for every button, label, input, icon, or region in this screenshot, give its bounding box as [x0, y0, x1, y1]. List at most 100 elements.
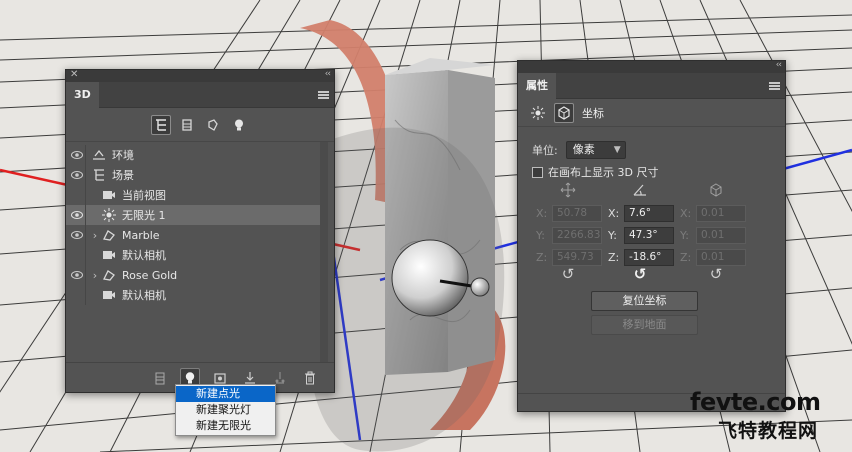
layer-row-infinite-light[interactable]: 无限光 1 [66, 205, 320, 225]
chevron-down-icon: ▼ [613, 145, 621, 155]
collapse-icon[interactable]: ‹‹ [325, 69, 331, 79]
properties-mode-bar: 坐标 [518, 99, 785, 127]
menu-item-new-spot-light[interactable]: 新建聚光灯 [176, 402, 275, 418]
rot-x-label: X: [608, 207, 620, 220]
layer-label: 场景 [112, 169, 134, 182]
close-icon[interactable]: ✕ [70, 69, 78, 80]
pos-y-label: Y: [536, 229, 545, 242]
panel-header-strip: ‹‹ [518, 60, 785, 73]
move-to-ground-button[interactable]: 移到地面 [591, 315, 698, 335]
tab-properties[interactable]: 属性 [518, 73, 556, 99]
reset-rotation-icon[interactable]: ↺ [630, 265, 650, 283]
environment-icon [90, 148, 108, 162]
ground-icon [245, 371, 255, 384]
add-object-icon [214, 372, 226, 384]
unit-select[interactable]: 像素 ▼ [565, 141, 626, 159]
reset-scale-icon[interactable]: ↺ [706, 265, 726, 283]
scale-y-input[interactable]: 0.01 [696, 227, 746, 244]
section-title: 坐标 [582, 106, 604, 120]
layer-label: Rose Gold [122, 268, 178, 282]
watermark-line2: 飞特教程网 [718, 420, 819, 442]
adjust-icon [275, 371, 285, 384]
panel-menu-icon[interactable] [318, 91, 329, 99]
show-3d-extent-checkbox[interactable] [532, 166, 543, 178]
camera-icon [100, 188, 118, 202]
pos-z-label: Z: [536, 251, 548, 264]
light-mode-button[interactable] [528, 103, 548, 123]
panel-menu-icon[interactable] [769, 82, 780, 90]
expand-chevron-icon[interactable]: › [90, 229, 100, 242]
rot-y-input[interactable]: 47.3° [624, 227, 674, 244]
sun-icon [531, 105, 545, 120]
expand-chevron-icon[interactable]: › [90, 269, 100, 282]
coordinates-icon [558, 105, 570, 120]
layer-label: 环境 [112, 149, 134, 162]
show-3d-extent-row[interactable]: 在画布上显示 3D 尺寸 [532, 164, 658, 180]
light-gizmo-sphere[interactable] [391, 239, 469, 317]
visibility-empty[interactable] [69, 285, 85, 305]
tab-3d[interactable]: 3D [66, 82, 99, 108]
filter-lights-button[interactable] [229, 115, 249, 135]
panel-header-strip: ✕ ‹‹ [66, 69, 334, 82]
light-bulb-icon [185, 371, 195, 383]
bulb-filter-icon [235, 119, 243, 130]
layer-row-environment[interactable]: 环境 [66, 145, 320, 165]
layer-label: 默认相机 [122, 289, 166, 302]
filter-materials-button[interactable] [203, 115, 223, 135]
render-button[interactable] [150, 368, 170, 388]
reset-coordinates-button[interactable]: 复位坐标 [591, 291, 698, 311]
menu-item-new-point-light[interactable]: 新建点光 [176, 386, 275, 402]
rot-x-input[interactable]: 7.6° [624, 205, 674, 222]
visibility-eye-icon[interactable] [69, 225, 85, 245]
layer-row-rose-gold[interactable]: › Rose Gold [66, 265, 320, 285]
filter-meshes-button[interactable] [177, 115, 197, 135]
position-icon [558, 181, 578, 199]
layer-row-default-camera-2[interactable]: 默认相机 [66, 285, 320, 305]
visibility-eye-icon[interactable] [69, 265, 85, 285]
scale-z-label: Z: [680, 251, 692, 264]
filter-whole-scene-button[interactable] [151, 114, 171, 135]
layer-label: 无限光 1 [122, 209, 166, 222]
visibility-empty[interactable] [69, 185, 85, 205]
scale-x-input[interactable]: 0.01 [696, 205, 746, 222]
layer-row-marble[interactable]: › Marble [66, 225, 320, 245]
filter-toolbar [66, 108, 334, 142]
properties-panel: ‹‹ 属性 坐标 单位: 像素 ▼ 在画布上显示 3D 尺寸 X: 50.78 … [517, 60, 786, 412]
coordinates-mode-button[interactable] [554, 102, 574, 123]
rot-y-label: Y: [608, 229, 617, 242]
watermark: fevte.com 飞特教程网 [688, 388, 848, 448]
mesh-icon [100, 228, 118, 242]
new-light-menu: 新建点光 新建聚光灯 新建无限光 [175, 384, 276, 436]
menu-item-new-infinite-light[interactable]: 新建无限光 [176, 418, 275, 434]
layer-label: 默认相机 [122, 249, 166, 262]
visibility-eye-icon[interactable] [69, 205, 85, 225]
layer-row-default-camera-1[interactable]: 默认相机 [66, 245, 320, 265]
panel-tabbar: 属性 [518, 73, 785, 99]
mesh-icon [100, 268, 118, 282]
materials-filter-icon [208, 118, 218, 131]
visibility-eye-icon[interactable] [69, 145, 85, 165]
scale-z-input[interactable]: 0.01 [696, 249, 746, 266]
camera-icon [100, 288, 118, 302]
rotation-icon [630, 181, 650, 199]
light-gizmo-knob[interactable] [470, 277, 490, 297]
layer-row-current-view[interactable]: 当前视图 [66, 185, 320, 205]
delete-button[interactable] [300, 368, 320, 388]
unit-label: 单位: [532, 144, 558, 157]
infinite-light-icon [100, 208, 118, 222]
visibility-empty[interactable] [69, 245, 85, 265]
layer-row-scene[interactable]: 场景 [66, 165, 320, 185]
collapse-icon[interactable]: ‹‹ [776, 60, 782, 70]
pos-y-input[interactable]: 2266.83 [552, 227, 602, 244]
reset-position-icon[interactable]: ↺ [558, 265, 578, 283]
pos-x-label: X: [536, 207, 548, 220]
scale-y-label: Y: [680, 229, 689, 242]
rot-z-input[interactable]: -18.6° [624, 249, 674, 266]
visibility-eye-icon[interactable] [69, 165, 85, 185]
pos-x-input[interactable]: 50.78 [552, 205, 602, 222]
layer-label: 当前视图 [122, 189, 166, 202]
scale-icon [706, 181, 726, 199]
layer-list-scrollbar[interactable] [320, 142, 328, 377]
scene-layer-list: 环境 场景 当前视图 无限光 1 › Marble 默认相机 › Rose Go… [66, 142, 334, 377]
pos-z-input[interactable]: 549.73 [552, 249, 602, 266]
